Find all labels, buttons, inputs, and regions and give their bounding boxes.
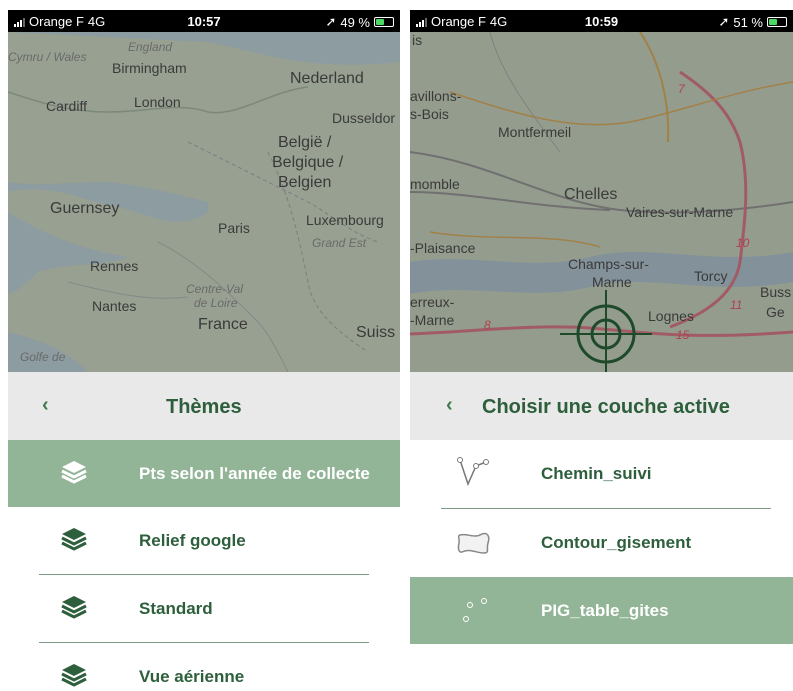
road-number: 10 bbox=[736, 236, 750, 250]
theme-item-pts-annee[interactable]: Pts selon l'année de collecte bbox=[8, 440, 400, 507]
battery-level-fill bbox=[769, 19, 778, 25]
map-label: Golfe de bbox=[20, 350, 66, 364]
points-icon bbox=[458, 595, 492, 630]
layers-icon bbox=[60, 459, 88, 490]
map-label: -Plaisance bbox=[410, 240, 476, 256]
themes-header: ‹ Thèmes bbox=[8, 372, 400, 440]
map-label: Montfermeil bbox=[498, 124, 572, 140]
map-label: Vaires-sur-Marne bbox=[626, 204, 734, 220]
map-label: België / bbox=[278, 134, 332, 151]
battery-level-fill bbox=[376, 19, 384, 25]
map-label: Centre-Val bbox=[186, 282, 243, 296]
layers-icon bbox=[60, 594, 88, 625]
theme-item-relief-google[interactable]: Relief google bbox=[8, 507, 400, 574]
map-label: Belgique / bbox=[272, 154, 344, 171]
layer-label: PIG_table_gites bbox=[541, 601, 669, 620]
status-bar: Orange F 4G 10:57 ➚ 49 % bbox=[8, 10, 400, 32]
map-label: Buss bbox=[760, 284, 792, 300]
crosshair-icon bbox=[560, 290, 652, 372]
map-label: Cardiff bbox=[46, 98, 87, 114]
map-label: Dusseldor bbox=[332, 110, 396, 126]
map-label: Paris bbox=[218, 220, 250, 236]
map-label: Luxembourg bbox=[306, 212, 384, 228]
map-label: erreux- bbox=[410, 294, 455, 310]
layer-picker-header: ‹ Choisir une couche active bbox=[410, 372, 793, 440]
chevron-left-icon[interactable]: ‹ bbox=[446, 394, 453, 417]
chevron-left-icon[interactable]: ‹ bbox=[42, 394, 49, 417]
layer-picker-screen: Orange F 4G 10:59 ➚ 51 % is avillons- s-… bbox=[410, 0, 793, 691]
battery-percent: 51 % bbox=[733, 14, 763, 30]
road-number: 8 bbox=[484, 318, 491, 332]
map-label: momble bbox=[410, 176, 460, 192]
theme-label: Vue aérienne bbox=[139, 667, 245, 686]
map-view[interactable]: is avillons- s-Bois Montfermeil momble C… bbox=[410, 32, 793, 372]
page-title: Thèmes bbox=[166, 396, 242, 418]
map-label: Torcy bbox=[694, 268, 728, 284]
map-label: Ge bbox=[766, 304, 785, 320]
map-label: Champs-sur- bbox=[568, 256, 649, 272]
location-arrow-icon: ➚ bbox=[718, 14, 730, 29]
map-label: Marne bbox=[592, 274, 632, 290]
theme-label: Standard bbox=[139, 599, 213, 618]
layer-item-chemin-suivi[interactable]: Chemin_suivi bbox=[410, 440, 793, 507]
theme-label: Relief google bbox=[139, 531, 246, 550]
polygon-icon bbox=[456, 529, 492, 562]
layers-icon bbox=[60, 526, 88, 557]
map-label: Grand Est bbox=[312, 236, 367, 250]
theme-item-standard[interactable]: Standard bbox=[8, 575, 400, 642]
theme-label: Pts selon l'année de collecte bbox=[139, 464, 370, 483]
map-label: Nantes bbox=[92, 298, 137, 314]
map-label: France bbox=[198, 316, 248, 333]
road-number: 7 bbox=[678, 82, 685, 96]
polyline-icon bbox=[456, 456, 492, 493]
map-label: avillons- bbox=[410, 88, 462, 104]
location-arrow-icon: ➚ bbox=[325, 14, 337, 29]
road-number: 15 bbox=[676, 328, 690, 342]
road-number: 11 bbox=[730, 298, 743, 312]
theme-item-vue-aerienne[interactable]: Vue aérienne bbox=[8, 643, 400, 691]
status-bar: Orange F 4G 10:59 ➚ 51 % bbox=[410, 10, 793, 32]
battery-icon bbox=[767, 17, 787, 27]
battery-percent: 49 % bbox=[340, 14, 370, 30]
map-view[interactable]: Cymru / Wales England Birmingham Nederla… bbox=[8, 32, 400, 372]
map-label: Suiss bbox=[356, 324, 396, 341]
layer-label: Contour_gisement bbox=[541, 533, 692, 552]
map-label: Rennes bbox=[90, 258, 139, 274]
map-label: Belgien bbox=[278, 174, 332, 191]
layer-item-pig-table-gites[interactable]: PIG_table_gites bbox=[410, 577, 793, 644]
map-label: -Marne bbox=[410, 312, 455, 328]
map-label: Guernsey bbox=[50, 200, 120, 217]
map-label: Birmingham bbox=[112, 60, 187, 76]
battery-icon bbox=[374, 17, 394, 27]
map-label: England bbox=[128, 40, 173, 54]
map-label: Lognes bbox=[648, 308, 694, 324]
map-label: Nederland bbox=[290, 70, 364, 87]
map-label: London bbox=[134, 94, 181, 110]
layer-item-contour-gisement[interactable]: Contour_gisement bbox=[410, 509, 793, 576]
map-label: de Loire bbox=[194, 296, 238, 310]
map-label: Chelles bbox=[564, 186, 618, 203]
page-title: Choisir une couche active bbox=[482, 396, 730, 418]
themes-screen: Orange F 4G 10:57 ➚ 49 % Cymru / Wales E… bbox=[8, 0, 400, 691]
layers-icon bbox=[60, 662, 88, 691]
map-label: is bbox=[412, 32, 423, 48]
map-label: s-Bois bbox=[410, 106, 449, 122]
layer-label: Chemin_suivi bbox=[541, 464, 652, 483]
map-label: Cymru / Wales bbox=[8, 50, 87, 64]
